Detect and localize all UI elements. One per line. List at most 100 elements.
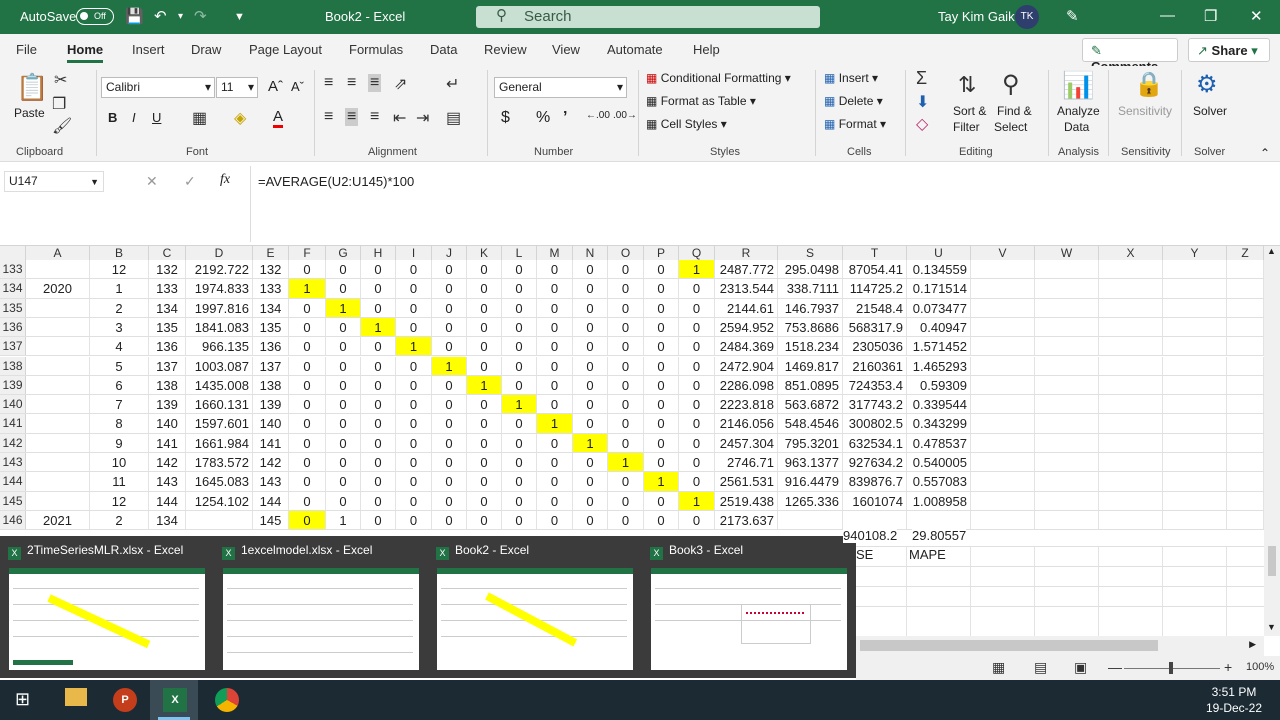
cell-e[interactable]: 135 <box>253 317 289 337</box>
zoom-out-icon[interactable]: — <box>1108 659 1122 675</box>
cell-l[interactable]: 0 <box>502 298 537 317</box>
cell-y[interactable] <box>1163 395 1227 414</box>
cell-w[interactable] <box>1035 260 1099 279</box>
delete-cells-button[interactable]: ▦ Delete ▾ <box>824 94 883 108</box>
cell-l[interactable]: 0 <box>502 375 537 395</box>
tab-insert[interactable]: Insert <box>132 42 165 57</box>
cell-f[interactable]: 0 <box>289 375 326 395</box>
taskbar-explorer[interactable] <box>52 680 100 720</box>
cell-z[interactable] <box>1227 472 1264 491</box>
column-header-e[interactable]: E <box>253 246 289 260</box>
cell-q[interactable]: 1 <box>679 491 715 510</box>
cell-p[interactable]: 0 <box>644 510 679 530</box>
cell-h[interactable]: 0 <box>361 260 396 279</box>
tab-file[interactable]: File <box>16 42 37 57</box>
cell-p[interactable]: 1 <box>644 472 679 491</box>
undo-icon[interactable]: ↶ <box>154 7 167 25</box>
cell-g[interactable]: 0 <box>326 356 361 375</box>
cell-m[interactable]: 0 <box>537 298 573 317</box>
cell-b[interactable]: 12 <box>90 491 149 510</box>
column-header-w[interactable]: W <box>1035 246 1099 260</box>
cell-g[interactable]: 0 <box>326 491 361 510</box>
cell-g[interactable]: 0 <box>326 472 361 491</box>
enter-icon[interactable]: ✓ <box>184 173 196 190</box>
row-header[interactable]: 141 <box>0 414 26 433</box>
autosave-toggle[interactable]: Off <box>76 8 114 25</box>
tab-home[interactable]: Home <box>67 42 104 63</box>
column-header-h[interactable]: H <box>361 246 396 260</box>
cell-q[interactable]: 0 <box>679 298 715 317</box>
cell-h[interactable]: 0 <box>361 433 396 452</box>
cell-d[interactable]: 1003.087 <box>186 356 253 375</box>
row-header[interactable]: 136 <box>0 317 26 337</box>
align-middle-icon[interactable]: ≡ <box>347 74 356 92</box>
cell-n[interactable]: 0 <box>573 317 608 337</box>
cell-l[interactable]: 0 <box>502 491 537 510</box>
cell-e[interactable]: 145 <box>253 510 289 530</box>
cell-e[interactable]: 140 <box>253 414 289 433</box>
cell-z[interactable] <box>1227 510 1264 530</box>
column-header-n[interactable]: N <box>573 246 608 260</box>
cell-s[interactable]: 1265.336 <box>778 491 843 510</box>
cell-u[interactable]: 1.571452 <box>907 337 971 356</box>
cell-f[interactable]: 0 <box>289 395 326 414</box>
scroll-down-icon[interactable]: ▼ <box>1267 622 1276 632</box>
cell-g[interactable]: 1 <box>326 510 361 530</box>
format-painter-icon[interactable]: 🖌 <box>52 116 72 136</box>
cell-t147[interactable]: 940108.2 <box>843 528 898 543</box>
cell-u[interactable]: 0.343299 <box>907 414 971 433</box>
cell-z[interactable] <box>1227 279 1264 298</box>
column-header-j[interactable]: J <box>432 246 467 260</box>
cell-n[interactable]: 0 <box>573 337 608 356</box>
cell-k[interactable]: 0 <box>467 433 502 452</box>
cell-q[interactable]: 0 <box>679 356 715 375</box>
merge-center-icon[interactable]: ▤ <box>446 108 461 128</box>
cell-d[interactable]: 1997.816 <box>186 298 253 317</box>
cell-z[interactable] <box>1227 260 1264 279</box>
cell-g[interactable]: 0 <box>326 260 361 279</box>
cell-p[interactable]: 0 <box>644 260 679 279</box>
cell-d[interactable]: 1645.083 <box>186 472 253 491</box>
tab-automate[interactable]: Automate <box>607 42 663 57</box>
cell-k[interactable]: 0 <box>467 260 502 279</box>
align-bottom-icon[interactable]: ≡ <box>368 74 382 92</box>
cell-y[interactable] <box>1163 510 1227 530</box>
tab-review[interactable]: Review <box>484 42 527 57</box>
cell-s[interactable]: 1469.817 <box>778 356 843 375</box>
cell-e[interactable]: 138 <box>253 375 289 395</box>
cell-p[interactable]: 0 <box>644 453 679 472</box>
tab-formulas[interactable]: Formulas <box>349 42 403 57</box>
cell-l[interactable]: 1 <box>502 395 537 414</box>
cell-l[interactable]: 0 <box>502 510 537 530</box>
cell-y[interactable] <box>1163 491 1227 510</box>
cell-u[interactable]: 0.40947 <box>907 317 971 337</box>
cell-n[interactable]: 0 <box>573 395 608 414</box>
share-button[interactable]: ↗ Share ▾ <box>1188 38 1270 62</box>
scroll-up-icon[interactable]: ▲ <box>1267 246 1276 256</box>
cell-x[interactable] <box>1099 395 1163 414</box>
comments-button[interactable]: ✎ Comments <box>1082 38 1178 74</box>
align-left-icon[interactable]: ≡ <box>324 108 333 126</box>
cell-n[interactable]: 0 <box>573 298 608 317</box>
cell-n[interactable]: 0 <box>573 472 608 491</box>
cell-p[interactable]: 0 <box>644 414 679 433</box>
cell-z[interactable] <box>1227 356 1264 375</box>
thumbnail-window[interactable]: X 2TimeSeriesMLR.xlsx - Excel <box>0 536 210 678</box>
row-header[interactable]: 146 <box>0 510 26 530</box>
cell-e[interactable]: 133 <box>253 279 289 298</box>
cell-y[interactable] <box>1163 337 1227 356</box>
cell-n[interactable]: 0 <box>573 453 608 472</box>
search-box[interactable]: ⚲ Search <box>476 6 820 28</box>
pen-icon[interactable]: ✎ <box>1066 7 1079 25</box>
cell-t[interactable]: 568317.9 <box>843 317 907 337</box>
cell-x[interactable] <box>1099 298 1163 317</box>
cell-d[interactable]: 1661.984 <box>186 433 253 452</box>
column-header-c[interactable]: C <box>149 246 186 260</box>
cell-l[interactable]: 0 <box>502 453 537 472</box>
column-header-r[interactable]: R <box>715 246 778 260</box>
cell-n[interactable]: 0 <box>573 491 608 510</box>
underline-button[interactable]: U <box>152 110 161 125</box>
cell-f[interactable]: 0 <box>289 433 326 452</box>
cell-a[interactable]: 2021 <box>26 510 90 530</box>
cell-x[interactable] <box>1099 317 1163 337</box>
